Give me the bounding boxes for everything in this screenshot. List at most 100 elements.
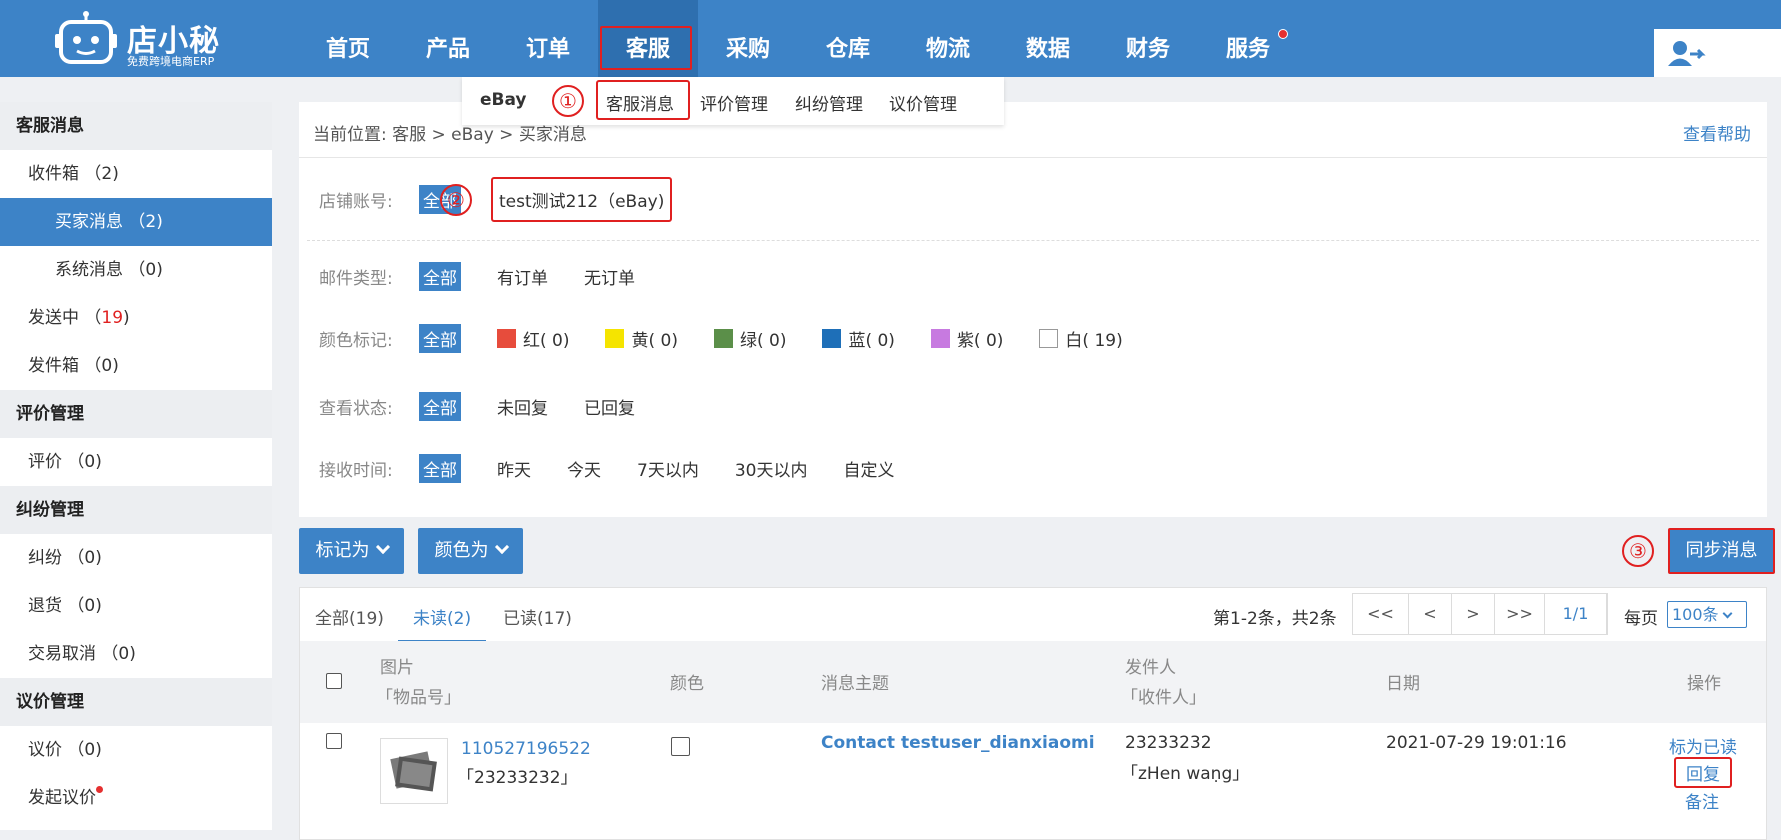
time-yesterday-option[interactable]: 昨天 [497, 456, 531, 481]
color-red-option[interactable]: 红( 0) [497, 326, 569, 351]
green-swatch [713, 328, 733, 348]
nav-purchasing[interactable]: 采购 [698, 0, 798, 77]
nav-services[interactable]: 服务 [1198, 0, 1298, 77]
time-30days-option[interactable]: 30天以内 [735, 456, 808, 481]
user-menu[interactable] [1654, 29, 1781, 77]
message-list: 全部(19) 未读(2) 已读(17) 第1-2条，共2条 << < > >> … [299, 587, 1767, 840]
app-logo[interactable]: 店小秘 免费跨境电商ERP [55, 8, 230, 70]
sidebar-item-outbox[interactable]: 发件箱 （0) [0, 342, 272, 390]
col-date: 日期 [1386, 674, 1420, 694]
submenu-dispute-management[interactable]: 纠纷管理 [795, 90, 863, 115]
item-thumbnail[interactable] [380, 738, 448, 804]
sending-suffix: ) [123, 308, 130, 328]
select-all-checkbox[interactable] [326, 673, 342, 689]
sidebar-item-bargain[interactable]: 议价 （0) [0, 726, 272, 774]
sidebar-item-sending[interactable]: 发送中 （19) [0, 294, 272, 342]
per-page-select[interactable]: 100条 [1667, 601, 1747, 628]
white-swatch [1039, 328, 1059, 348]
chevron-down-icon [494, 539, 509, 555]
robot-logo-icon [55, 11, 117, 64]
view-replied-option[interactable]: 已回复 [584, 394, 635, 419]
sidebar-group-reviews: 评价管理 [0, 390, 272, 438]
help-link[interactable]: 查看帮助 [1683, 120, 1751, 145]
customer-service-submenu: eBay 客服消息 评价管理 纠纷管理 议价管理 [462, 77, 1004, 125]
current-page[interactable]: 1/1 [1545, 594, 1607, 634]
time-custom-option[interactable]: 自定义 [843, 456, 894, 481]
color-blue-option[interactable]: 蓝( 0) [822, 326, 895, 351]
nav-orders[interactable]: 订单 [498, 0, 598, 77]
color-as-dropdown[interactable]: 颜色为 [418, 528, 523, 574]
sidebar-item-return[interactable]: 退货 （0) [0, 582, 272, 630]
sidebar-item-inbox[interactable]: 收件箱 （2) [0, 150, 272, 198]
nav-products[interactable]: 产品 [398, 0, 498, 77]
mail-no-order-option[interactable]: 无订单 [584, 264, 635, 289]
user-icon [1668, 41, 1706, 66]
next-page-button[interactable]: > [1452, 594, 1495, 634]
sidebar-item-review[interactable]: 评价 （0) [0, 438, 272, 486]
color-white-label: 白( 19) [1065, 330, 1123, 351]
chevron-down-icon [375, 539, 390, 555]
time-today-option[interactable]: 今天 [567, 456, 601, 481]
sidebar-item-system-messages[interactable]: 系统消息 （0) [0, 246, 272, 294]
nav-data[interactable]: 数据 [998, 0, 1098, 77]
color-blue-label: 蓝( 0) [848, 330, 895, 351]
mail-with-order-option[interactable]: 有订单 [497, 264, 548, 289]
sync-messages-button[interactable]: 同步消息 [1668, 528, 1775, 574]
sidebar-item-dispute[interactable]: 纠纷 （0) [0, 534, 272, 582]
annotation-step-3: ③ [1622, 535, 1654, 567]
filter-row-color: 颜色标记: 全部 红( 0) 黄( 0) 绿( 0) 蓝( 0) 紫( 0) 白… [319, 323, 1159, 353]
message-subject-link[interactable]: Contact testuser_dianxiaomi [821, 733, 1095, 753]
per-page-value: 100条 [1672, 605, 1719, 624]
sidebar: 客服消息 收件箱 （2) 买家消息 （2) 系统消息 （0) 发送中 （19) … [0, 102, 272, 830]
main-nav: 首页 产品 订单 客服 采购 仓库 物流 数据 财务 服务 [298, 0, 1298, 77]
divider [299, 157, 1767, 158]
color-all-option[interactable]: 全部 [419, 323, 461, 353]
last-page-button[interactable]: >> [1495, 594, 1545, 634]
filter-row-view-status: 查看状态: 全部 未回复 已回复 [319, 391, 671, 421]
nav-services-label: 服务 [1225, 37, 1270, 62]
submenu-bargain-management[interactable]: 议价管理 [889, 90, 957, 115]
mark-as-dropdown[interactable]: 标记为 [299, 528, 404, 574]
row-checkbox[interactable] [326, 733, 342, 749]
view-all-option[interactable]: 全部 [419, 391, 461, 421]
pagination: << < > >> 1/1 [1352, 593, 1608, 635]
time-all-option[interactable]: 全部 [419, 453, 461, 483]
shop-account-option[interactable]: test测试212（eBay) [491, 176, 673, 222]
nav-warehouse[interactable]: 仓库 [798, 0, 898, 77]
color-yellow-option[interactable]: 黄( 0) [605, 326, 678, 351]
filter-row-receive-time: 接收时间: 全部 昨天 今天 7天以内 30天以内 自定义 [319, 453, 930, 483]
mail-all-option[interactable]: 全部 [419, 261, 461, 291]
color-purple-option[interactable]: 紫( 0) [930, 326, 1003, 351]
color-green-option[interactable]: 绿( 0) [713, 326, 787, 351]
sidebar-item-start-bargain[interactable]: 发起议价 [0, 774, 272, 822]
sidebar-item-cancel[interactable]: 交易取消 （0) [0, 630, 272, 678]
mail-type-label: 邮件类型: [319, 268, 393, 289]
item-number-link[interactable]: 110527196522 [461, 739, 591, 759]
reply-link[interactable]: 回复 [1674, 757, 1732, 788]
note-link[interactable]: 备注 [1685, 788, 1719, 813]
tab-unread[interactable]: 未读(2) [413, 604, 471, 629]
yellow-swatch [605, 328, 625, 348]
nav-finance[interactable]: 财务 [1098, 0, 1198, 77]
view-unreplied-option[interactable]: 未回复 [497, 394, 548, 419]
col-image: 图片 [380, 658, 414, 678]
submenu-review-management[interactable]: 评价管理 [700, 90, 768, 115]
sidebar-group-disputes: 纠纷管理 [0, 486, 272, 534]
tab-all[interactable]: 全部(19) [315, 604, 384, 629]
nav-customer-service[interactable]: 客服 [598, 0, 698, 77]
sending-count: 19 [101, 308, 124, 328]
time-7days-option[interactable]: 7天以内 [637, 456, 699, 481]
color-white-option[interactable]: 白( 19) [1039, 326, 1123, 351]
sending-label: 发送中 （ [28, 308, 102, 328]
tab-read[interactable]: 已读(17) [503, 604, 572, 629]
filter-row-shop: 店铺账号: 全部 test测试212（eBay) [319, 176, 708, 222]
nav-home[interactable]: 首页 [298, 0, 398, 77]
nav-logistics[interactable]: 物流 [898, 0, 998, 77]
prev-page-button[interactable]: < [1409, 594, 1452, 634]
first-page-button[interactable]: << [1353, 594, 1409, 634]
color-mark-checkbox[interactable] [671, 737, 690, 756]
page-info: 第1-2条，共2条 [1213, 609, 1337, 629]
color-green-label: 绿( 0) [739, 330, 787, 351]
sidebar-item-buyer-messages[interactable]: 买家消息 （2) [0, 198, 272, 246]
mark-read-link[interactable]: 标为已读 [1669, 733, 1737, 758]
